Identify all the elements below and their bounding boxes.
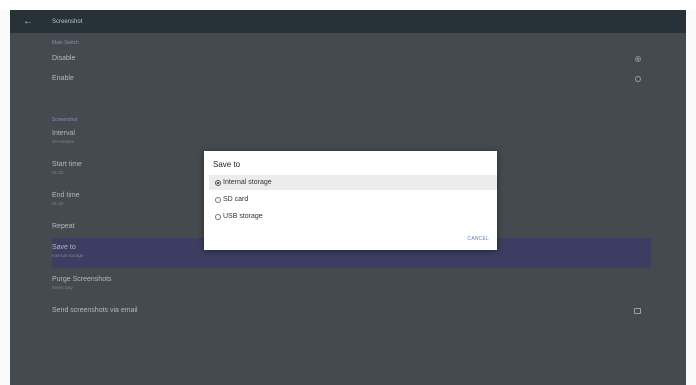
dialog-option-usb-storage[interactable]: USB storage (209, 209, 497, 224)
toolbar-title: Screenshot (52, 18, 83, 25)
setting-title: Send screenshots via email (52, 307, 138, 314)
section-label-main-switch: Main Switch (52, 40, 79, 46)
cancel-button[interactable]: CANCEL (468, 236, 489, 242)
dialog-option-sd-card[interactable]: SD card (209, 192, 497, 207)
option-row-enable[interactable]: Enable (52, 75, 651, 89)
radio-unselected-icon[interactable] (635, 76, 641, 82)
radio-unselected-icon[interactable] (215, 213, 221, 220)
section-label-screenshot: Screenshot (52, 117, 78, 123)
option-row-disable[interactable]: Disable (52, 55, 651, 69)
app-toolbar: ← Screenshot (10, 10, 686, 33)
setting-row-purge[interactable]: Purge Screenshots Every Day (52, 276, 651, 296)
setting-value: Internal storage (52, 253, 84, 258)
dialog-title: Save to (213, 160, 241, 169)
dialog-option-internal-storage[interactable]: Internal storage (209, 175, 497, 190)
setting-title: Interval (52, 130, 75, 137)
option-label: Disable (52, 55, 76, 62)
radio-selected-icon[interactable] (215, 179, 221, 186)
back-button[interactable]: ← (10, 10, 46, 33)
arrow-back-icon: ← (23, 16, 33, 27)
setting-title: Purge Screenshots (52, 276, 112, 283)
checkbox-icon[interactable] (634, 308, 641, 314)
setting-value: 30 minutes (52, 139, 75, 144)
save-to-dialog: Save to Internal storage SD card USB sto… (204, 151, 497, 250)
option-label: USB storage (223, 213, 263, 220)
option-label: Internal storage (223, 179, 272, 186)
setting-value: Every Day (52, 285, 73, 290)
option-label: SD card (223, 196, 249, 203)
option-label: Enable (52, 75, 74, 82)
setting-row-interval[interactable]: Interval 30 minutes (52, 130, 651, 150)
setting-row-email[interactable]: Send screenshots via email (52, 307, 651, 319)
top-strip (0, 0, 696, 10)
radio-selected-icon[interactable] (635, 56, 641, 62)
radio-unselected-icon[interactable] (215, 196, 221, 203)
